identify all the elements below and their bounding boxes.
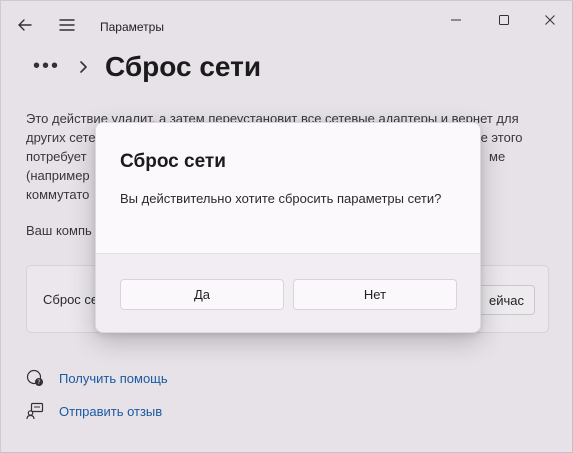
no-button[interactable]: Нет	[293, 279, 457, 310]
dialog-message: Вы действительно хотите сбросить парамет…	[120, 191, 442, 206]
settings-window: Параметры ••• Сброс сети Это действие уд…	[0, 0, 573, 453]
reset-confirm-dialog: Сброс сети Вы действительно хотите сброс…	[95, 122, 481, 333]
yes-button[interactable]: Да	[120, 279, 284, 310]
dialog-title: Сброс сети	[120, 151, 226, 172]
dialog-footer: Да Нет	[96, 253, 480, 332]
